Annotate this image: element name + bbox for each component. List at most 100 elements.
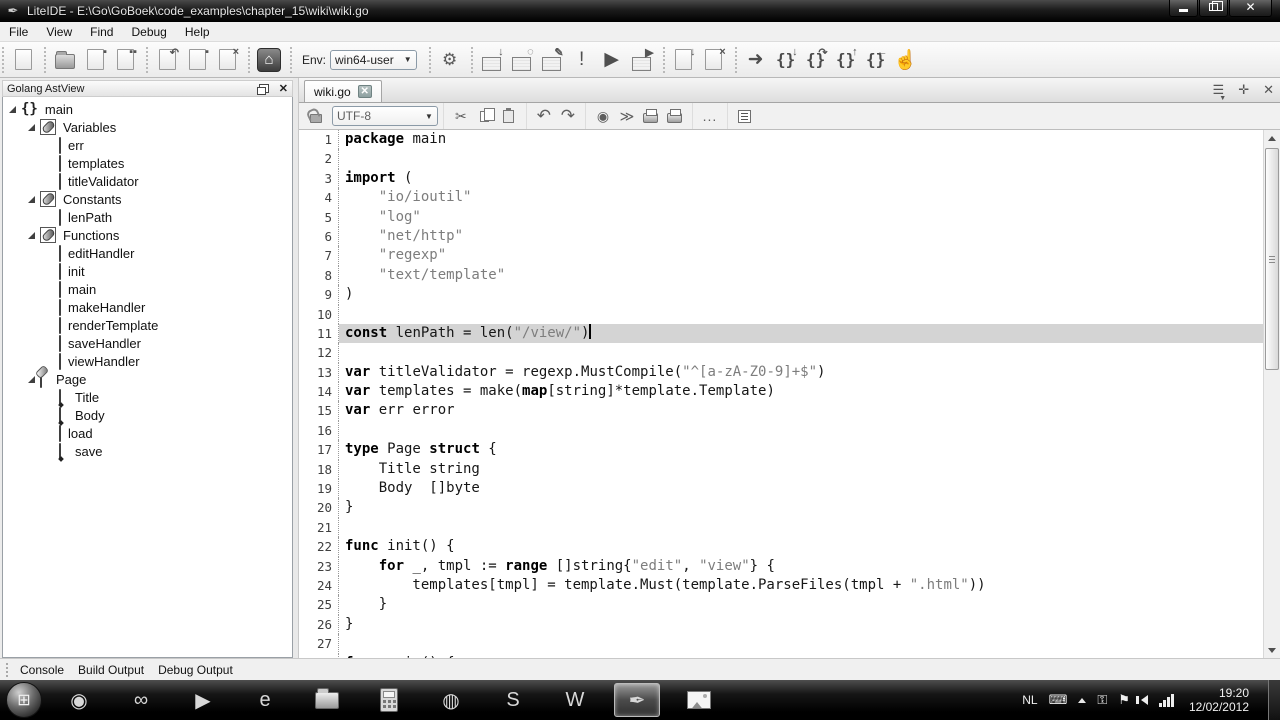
- home-button[interactable]: ⌂: [254, 45, 284, 75]
- minimize-button[interactable]: [1169, 0, 1198, 17]
- split-editor-icon[interactable]: ✛: [1238, 82, 1249, 98]
- code-line-21[interactable]: 21: [299, 518, 1263, 537]
- continue-debug-button[interactable]: ➜: [741, 45, 771, 75]
- menu-item-help[interactable]: Help: [176, 23, 219, 41]
- export-file-button[interactable]: ↓: [669, 45, 699, 75]
- tree-expander-icon[interactable]: [28, 376, 35, 383]
- float-panel-icon[interactable]: [259, 84, 269, 93]
- taskbar-media-player[interactable]: ▶: [180, 683, 226, 717]
- speaker-icon[interactable]: [1141, 695, 1148, 705]
- taskbar-calculator[interactable]: [366, 683, 412, 717]
- taskbar-internet-explorer[interactable]: e: [242, 683, 288, 717]
- undo-button[interactable]: ↶: [532, 105, 556, 127]
- code-editor[interactable]: 1package main23import (4 "io/ioutil"5 "l…: [299, 130, 1263, 658]
- code-line-25[interactable]: 25 }: [299, 595, 1263, 614]
- code-line-15[interactable]: 15var err error: [299, 401, 1263, 420]
- code-line-23[interactable]: 23 for _, tmpl := range []string{"edit",…: [299, 557, 1263, 576]
- tree-expander-icon[interactable]: [28, 232, 35, 239]
- tab-wiki-go[interactable]: wiki.go ✕: [304, 80, 382, 102]
- vertical-scrollbar[interactable]: [1263, 130, 1280, 658]
- code-line-24[interactable]: 24 templates[tmpl] = template.Must(templ…: [299, 576, 1263, 595]
- code-line-1[interactable]: 1package main: [299, 130, 1263, 149]
- print-button[interactable]: [639, 105, 663, 127]
- tree-item-functions[interactable]: Functions: [3, 226, 292, 244]
- scrollbar-track[interactable]: [1264, 146, 1280, 642]
- scrollbar-thumb[interactable]: [1265, 148, 1279, 370]
- code-line-13[interactable]: 13var titleValidator = regexp.MustCompil…: [299, 363, 1263, 382]
- flag-icon[interactable]: ⚑: [1118, 692, 1130, 708]
- tree-item-titlevalidator[interactable]: titleValidator: [3, 172, 292, 190]
- code-line-22[interactable]: 22func init() {: [299, 537, 1263, 556]
- taskbar-file-explorer[interactable]: [304, 683, 350, 717]
- taskbar-skype[interactable]: S: [490, 683, 536, 717]
- edit-mode-icon[interactable]: [733, 105, 757, 127]
- new-file-button[interactable]: [8, 45, 38, 75]
- tree-item-edithandler[interactable]: editHandler: [3, 244, 292, 262]
- tree-item-savehandler[interactable]: saveHandler: [3, 334, 292, 352]
- copy-button[interactable]: [473, 105, 497, 127]
- build-and-run-button[interactable]: ▶: [627, 45, 657, 75]
- stop-debug-button[interactable]: ☝: [891, 45, 921, 75]
- code-line-18[interactable]: 18 Title string: [299, 460, 1263, 479]
- scroll-down-icon[interactable]: [1264, 642, 1280, 658]
- start-button[interactable]: ⊞: [6, 682, 42, 718]
- code-line-11[interactable]: 11const lenPath = len("/view/"): [299, 324, 1263, 343]
- tree-item-page[interactable]: Page: [3, 370, 292, 388]
- taskbar-firefox[interactable]: ◍: [428, 683, 474, 717]
- network-signal-icon[interactable]: [1159, 694, 1174, 707]
- code-line-2[interactable]: 2: [299, 149, 1263, 168]
- run-to-cursor-button[interactable]: {}←: [861, 45, 891, 75]
- tree-item-main[interactable]: {}main: [3, 100, 292, 118]
- tree-item-init[interactable]: init: [3, 262, 292, 280]
- tab-close-icon[interactable]: ✕: [358, 85, 372, 98]
- save-all-button[interactable]: ▪▪: [110, 45, 140, 75]
- code-line-4[interactable]: 4 "io/ioutil": [299, 188, 1263, 207]
- tree-item-err[interactable]: err: [3, 136, 292, 154]
- tree-item-constants[interactable]: Constants: [3, 190, 292, 208]
- tree-expander-icon[interactable]: [28, 196, 35, 203]
- menu-item-find[interactable]: Find: [81, 23, 122, 41]
- tree-expander-icon[interactable]: [28, 124, 35, 131]
- code-line-14[interactable]: 14var templates = make(map[string]*templ…: [299, 382, 1263, 401]
- close-panel-icon[interactable]: ✕: [279, 82, 288, 95]
- tree-item-title[interactable]: Title: [3, 388, 292, 406]
- code-line-12[interactable]: 12: [299, 343, 1263, 362]
- step-into-button[interactable]: {}↓: [771, 45, 801, 75]
- code-line-20[interactable]: 20}: [299, 498, 1263, 517]
- tree-item-body[interactable]: Body: [3, 406, 292, 424]
- cut-button[interactable]: ✂: [449, 105, 473, 127]
- output-tab-debug-output[interactable]: Debug Output: [155, 661, 244, 679]
- save-file-button[interactable]: ▪: [80, 45, 110, 75]
- tree-item-main[interactable]: main: [3, 280, 292, 298]
- remove-file-button[interactable]: ×: [699, 45, 729, 75]
- tree-expander-icon[interactable]: [9, 106, 16, 113]
- taskbar-liteide[interactable]: ✒: [614, 683, 660, 717]
- menu-item-file[interactable]: File: [0, 23, 37, 41]
- code-line-5[interactable]: 5 "log": [299, 208, 1263, 227]
- output-tab-build-output[interactable]: Build Output: [75, 661, 155, 679]
- tree-item-save[interactable]: save: [3, 442, 292, 460]
- code-line-16[interactable]: 16: [299, 421, 1263, 440]
- code-line-8[interactable]: 8 "text/template": [299, 266, 1263, 285]
- env-select[interactable]: win64-user▼: [330, 50, 417, 70]
- install-button[interactable]: ↓: [477, 45, 507, 75]
- code-line-19[interactable]: 19 Body []byte: [299, 479, 1263, 498]
- clean-button[interactable]: ◌: [507, 45, 537, 75]
- encoding-select[interactable]: UTF-8 ▼: [332, 106, 438, 126]
- close-file-button[interactable]: ×: [212, 45, 242, 75]
- power-plug-icon[interactable]: ⚿: [1097, 692, 1107, 708]
- close-button[interactable]: ✕: [1229, 0, 1272, 17]
- tray-expand-icon[interactable]: [1078, 698, 1086, 703]
- code-line-27[interactable]: 27: [299, 634, 1263, 653]
- tree-item-templates[interactable]: templates: [3, 154, 292, 172]
- lock-icon[interactable]: [304, 105, 328, 127]
- tab-list-icon[interactable]: ☰▼: [1213, 82, 1225, 98]
- close-editor-icon[interactable]: ✕: [1263, 82, 1274, 98]
- paste-button[interactable]: [497, 105, 521, 127]
- language-indicator[interactable]: NL: [1022, 693, 1037, 707]
- output-tab-console[interactable]: Console: [17, 661, 75, 679]
- step-out-button[interactable]: {}↑: [831, 45, 861, 75]
- edit-build-button[interactable]: ✎: [537, 45, 567, 75]
- code-line-26[interactable]: 26}: [299, 615, 1263, 634]
- code-line-17[interactable]: 17type Page struct {: [299, 440, 1263, 459]
